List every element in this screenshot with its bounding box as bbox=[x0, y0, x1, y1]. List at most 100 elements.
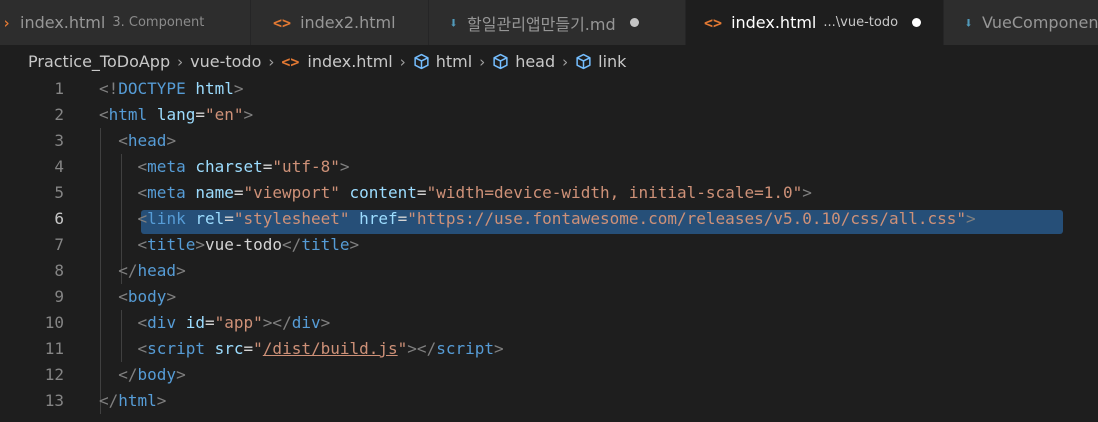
code-token: < bbox=[137, 339, 148, 358]
code-token: < bbox=[137, 183, 148, 202]
code-line[interactable]: 11 <script src="/dist/build.js"></script… bbox=[0, 336, 1098, 362]
code-token: > bbox=[156, 391, 167, 410]
tab-markdown-todo[interactable]: ⬇ 할일관리앱만들기.md bbox=[429, 0, 686, 45]
code-text: <link rel="stylesheet" href="https://use… bbox=[99, 206, 976, 232]
line-number: 5 bbox=[54, 183, 64, 202]
code-text: <div id="app"></div> bbox=[99, 310, 331, 336]
html-file-icon: › bbox=[2, 13, 12, 32]
tab-label: index2.html bbox=[300, 13, 396, 32]
code-token: href bbox=[359, 209, 398, 228]
code-token: < bbox=[118, 287, 128, 306]
code-line[interactable]: 6 <link rel="stylesheet" href="https://u… bbox=[0, 206, 1098, 232]
code-line[interactable]: 4 <meta charset="utf-8"> bbox=[0, 154, 1098, 180]
code-token: "en" bbox=[204, 105, 244, 124]
code-token: > bbox=[243, 105, 254, 124]
code-token: " bbox=[253, 339, 263, 358]
code-token: > bbox=[176, 261, 186, 280]
chevron-right-icon: › bbox=[562, 52, 569, 71]
code-line[interactable]: 3 <head> bbox=[0, 128, 1098, 154]
code-line[interactable]: 1 <!DOCTYPE html> bbox=[0, 76, 1098, 102]
line-number: 7 bbox=[54, 235, 64, 254]
code-line[interactable]: 12 </body> bbox=[0, 362, 1098, 388]
breadcrumb-symbol-html[interactable]: html bbox=[413, 52, 472, 71]
breadcrumb-symbol-head[interactable]: head bbox=[492, 52, 555, 71]
chevron-right-icon: › bbox=[479, 52, 486, 71]
code-token: "https://use.fontawesome.com/releases/v5… bbox=[407, 209, 966, 228]
code-token: = bbox=[195, 105, 205, 124]
code-token: "app" bbox=[214, 313, 263, 332]
breadcrumb-file[interactable]: <> index.html bbox=[281, 52, 392, 71]
code-token: charset bbox=[195, 157, 263, 176]
code-token: </ bbox=[118, 261, 138, 280]
code-token: > bbox=[320, 313, 331, 332]
unsaved-dot-icon[interactable] bbox=[629, 18, 639, 27]
code-token: /dist/build.js bbox=[262, 339, 398, 358]
code-line[interactable]: 8 </head> bbox=[0, 258, 1098, 284]
breadcrumb-folder-practice[interactable]: Practice_ToDoApp bbox=[28, 52, 170, 71]
code-token: html bbox=[195, 79, 234, 98]
code-token: = bbox=[397, 209, 408, 228]
code-text: </body> bbox=[99, 362, 186, 388]
code-editor[interactable]: 1 <!DOCTYPE html> 2 <html lang="en"> 3 <head… bbox=[0, 76, 1098, 422]
code-token: body bbox=[127, 287, 167, 306]
code-line[interactable]: 10 <div id="app"></div> bbox=[0, 310, 1098, 336]
code-token: = bbox=[262, 157, 273, 176]
code-token: "utf-8" bbox=[272, 157, 340, 176]
tab-index2-html[interactable]: <> index2.html bbox=[251, 0, 429, 45]
code-text: <head> bbox=[99, 128, 176, 154]
code-token: html bbox=[118, 391, 157, 410]
tab-description: 3. Component bbox=[112, 15, 205, 30]
code-token: > bbox=[966, 209, 976, 228]
code-text: </html> bbox=[99, 388, 166, 414]
breadcrumb: Practice_ToDoApp › vue-todo › <> index.h… bbox=[0, 45, 1098, 78]
unsaved-dot-icon[interactable] bbox=[912, 18, 922, 27]
code-token: meta bbox=[147, 183, 186, 202]
code-line[interactable]: 7 <title>vue-todo</title> bbox=[0, 232, 1098, 258]
code-token: div bbox=[147, 313, 177, 332]
markdown-file-icon: ⬇ bbox=[964, 13, 974, 32]
tab-vuecomponents-md[interactable]: ⬇ VueComponents.md bbox=[944, 0, 1098, 45]
code-token: > bbox=[166, 287, 177, 306]
code-token: > bbox=[195, 235, 205, 254]
code-token: ></ bbox=[262, 313, 292, 332]
code-token: > bbox=[339, 157, 350, 176]
code-token: = bbox=[233, 183, 244, 202]
breadcrumb-symbol-link[interactable]: link bbox=[575, 52, 626, 71]
code-line[interactable]: 2 <html lang="en"> bbox=[0, 102, 1098, 128]
html-file-icon: <> bbox=[273, 13, 292, 32]
line-number: 12 bbox=[44, 365, 64, 384]
breadcrumb-folder-vue-todo[interactable]: vue-todo bbox=[190, 52, 261, 71]
code-line[interactable]: 5 <meta name="viewport" content="width=d… bbox=[0, 180, 1098, 206]
html-file-icon: <> bbox=[281, 52, 300, 71]
code-token: > bbox=[349, 235, 360, 254]
code-token: div bbox=[291, 313, 321, 332]
code-token: "width=device-width, initial-scale=1.0" bbox=[426, 183, 803, 202]
code-text: <meta name="viewport" content="width=dev… bbox=[99, 180, 812, 206]
code-token: < bbox=[118, 131, 128, 150]
code-line[interactable]: 9 <body> bbox=[0, 284, 1098, 310]
code-text: <script src="/dist/build.js"></script> bbox=[99, 336, 504, 362]
code-token: > bbox=[176, 365, 186, 384]
line-number: 6 bbox=[54, 209, 64, 228]
line-number: 3 bbox=[54, 131, 64, 150]
code-token: > bbox=[802, 183, 812, 202]
markdown-file-icon: ⬇ bbox=[449, 13, 459, 32]
cube-symbol-icon bbox=[493, 53, 508, 70]
code-token: < bbox=[137, 313, 148, 332]
code-token: = bbox=[416, 183, 427, 202]
breadcrumb-symbol-label: html bbox=[435, 52, 473, 71]
breadcrumb-file-label: index.html bbox=[307, 52, 393, 71]
code-token: </ bbox=[118, 365, 138, 384]
code-line[interactable]: 13 </html> bbox=[0, 388, 1098, 414]
tab-index-html-vue-todo[interactable]: <> index.html ...\vue-todo bbox=[686, 0, 944, 45]
line-number: 9 bbox=[54, 287, 64, 306]
tab-index-html-component[interactable]: › index.html 3. Component bbox=[0, 0, 251, 45]
